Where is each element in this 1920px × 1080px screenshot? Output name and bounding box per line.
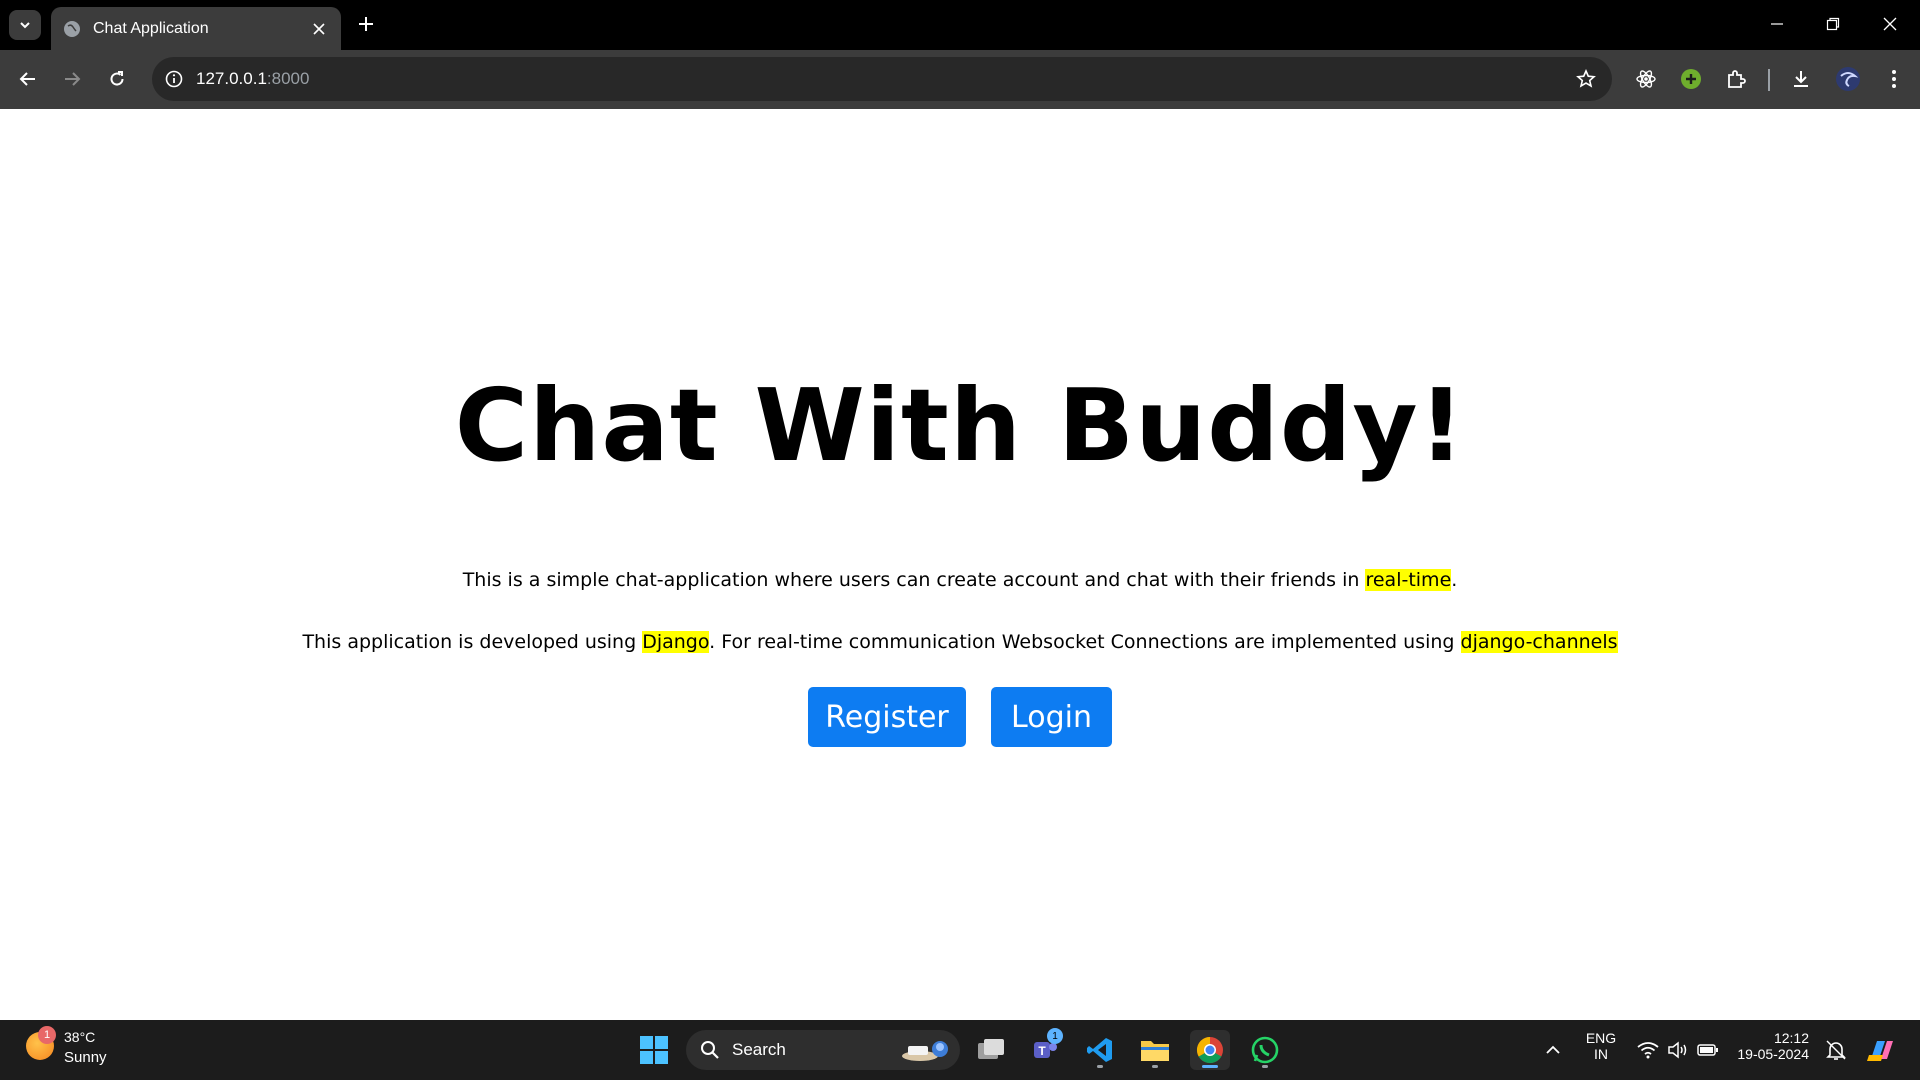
- taskbar-search[interactable]: Search: [686, 1030, 960, 1070]
- browser-toolbar: 127.0.0.1:8000: [0, 50, 1920, 109]
- battery-icon: [1697, 1044, 1718, 1056]
- task-view-button[interactable]: [971, 1030, 1011, 1070]
- tab-title: Chat Application: [93, 19, 209, 37]
- highlight-real-time: real-time: [1365, 569, 1452, 591]
- tab-search-button[interactable]: [9, 10, 41, 40]
- profile-avatar-icon[interactable]: [1834, 65, 1862, 93]
- tab-chat-application[interactable]: Chat Application: [51, 7, 341, 50]
- close-icon: [313, 22, 325, 35]
- intro-text: This is a simple chat-application where …: [462, 569, 1366, 591]
- tech-paragraph: This application is developed using Djan…: [0, 631, 1920, 653]
- restore-icon: [1826, 17, 1840, 31]
- active-indicator: [1202, 1065, 1218, 1068]
- url-host: 127.0.0.1: [196, 69, 267, 88]
- chrome-icon: [1196, 1036, 1223, 1064]
- bell-snooze-icon: [1826, 1040, 1846, 1060]
- arrow-left-icon: [19, 72, 35, 86]
- taskbar-teams[interactable]: T 1: [1025, 1028, 1065, 1070]
- start-button[interactable]: [634, 1030, 674, 1070]
- tech-text-middle: . For real-time communication Websocket …: [709, 631, 1461, 653]
- search-label: Search: [732, 1040, 786, 1059]
- svg-text:T: T: [1038, 1044, 1046, 1058]
- windows-logo-icon: [640, 1036, 668, 1064]
- close-icon: [1883, 17, 1897, 31]
- back-button[interactable]: [12, 63, 44, 95]
- whatsapp-icon: [1251, 1036, 1279, 1064]
- teams-badge: 1: [1047, 1028, 1063, 1044]
- copilot-icon: [1867, 1041, 1893, 1061]
- volume-icon: [1668, 1041, 1687, 1059]
- address-bar[interactable]: 127.0.0.1:8000: [152, 57, 1612, 101]
- react-devtools-icon[interactable]: [1632, 65, 1660, 93]
- clock-time: 12:12: [1773, 1030, 1809, 1046]
- minimize-icon: [1771, 23, 1783, 25]
- folder-icon: [1141, 1041, 1169, 1061]
- arrow-right-icon: [65, 72, 81, 86]
- forward-button[interactable]: [56, 63, 88, 95]
- language-line1: ENG: [1585, 1030, 1617, 1046]
- task-view-icon: [978, 1039, 1004, 1059]
- tab-strip: Chat Application: [0, 0, 1920, 50]
- new-tab-button[interactable]: [352, 10, 380, 38]
- toolbar-separator: [1768, 69, 1770, 91]
- running-indicator: [1097, 1065, 1103, 1068]
- chevron-down-icon: [20, 22, 30, 29]
- downloads-icon[interactable]: [1787, 65, 1815, 93]
- vscode-icon: [1087, 1038, 1112, 1062]
- close-window-button[interactable]: [1870, 8, 1910, 40]
- taskbar-whatsapp[interactable]: [1245, 1030, 1285, 1070]
- taskbar-chrome[interactable]: [1190, 1030, 1230, 1070]
- site-info-icon[interactable]: [162, 67, 186, 91]
- restore-button[interactable]: [1813, 8, 1853, 40]
- weather-condition[interactable]: Sunny: [64, 1049, 107, 1066]
- language-indicator[interactable]: ENG IN: [1583, 1030, 1619, 1062]
- more-menu-icon[interactable]: [1880, 65, 1908, 93]
- tech-text-start: This application is developed using: [302, 631, 643, 653]
- quick-settings[interactable]: [1628, 1030, 1728, 1070]
- notifications-button[interactable]: [1816, 1030, 1856, 1070]
- intro-text-end: .: [1451, 569, 1458, 591]
- running-indicator: [1152, 1065, 1158, 1068]
- globe-icon: [64, 20, 80, 37]
- weather-badge: 1: [38, 1026, 56, 1044]
- search-icon: [701, 1041, 719, 1059]
- plus-icon: [359, 17, 373, 31]
- show-hidden-icons-button[interactable]: [1533, 1030, 1573, 1070]
- highlight-django: Django: [642, 631, 710, 653]
- login-button[interactable]: Login: [991, 687, 1112, 747]
- page-title: Chat With Buddy!: [454, 367, 1466, 484]
- copilot-button[interactable]: [1860, 1030, 1900, 1070]
- url-port: :8000: [266, 69, 310, 88]
- chevron-up-icon: [1546, 1045, 1560, 1054]
- reload-icon: [110, 71, 124, 86]
- bookmark-star-icon[interactable]: [1574, 67, 1598, 91]
- intro-paragraph: This is a simple chat-application where …: [0, 569, 1920, 591]
- clock-date: 19-05-2024: [1737, 1046, 1809, 1062]
- extensions-puzzle-icon[interactable]: [1722, 65, 1750, 93]
- wifi-icon: [1637, 1042, 1659, 1059]
- minimize-button[interactable]: [1757, 8, 1797, 40]
- running-indicator: [1262, 1065, 1268, 1068]
- highlight-django-channels: django-channels: [1460, 631, 1618, 653]
- reload-button[interactable]: [101, 63, 133, 95]
- taskbar: 1 38°C Sunny Search T 1 ENG IN 12:12 19-…: [0, 1020, 1920, 1080]
- page-content: Chat With Buddy! This is a simple chat-a…: [0, 109, 1920, 1020]
- weather-temperature[interactable]: 38°C: [64, 1029, 95, 1045]
- url-text: 127.0.0.1:8000: [196, 69, 309, 89]
- extension-green-icon[interactable]: [1677, 65, 1705, 93]
- taskbar-file-explorer[interactable]: [1135, 1030, 1175, 1070]
- tab-close-button[interactable]: [307, 17, 331, 41]
- language-line2: IN: [1594, 1046, 1608, 1062]
- register-button[interactable]: Register: [808, 687, 966, 747]
- taskbar-vscode[interactable]: [1080, 1030, 1120, 1070]
- clock[interactable]: 12:12 19-05-2024: [1733, 1030, 1809, 1062]
- search-highlight-icon: [902, 1041, 948, 1061]
